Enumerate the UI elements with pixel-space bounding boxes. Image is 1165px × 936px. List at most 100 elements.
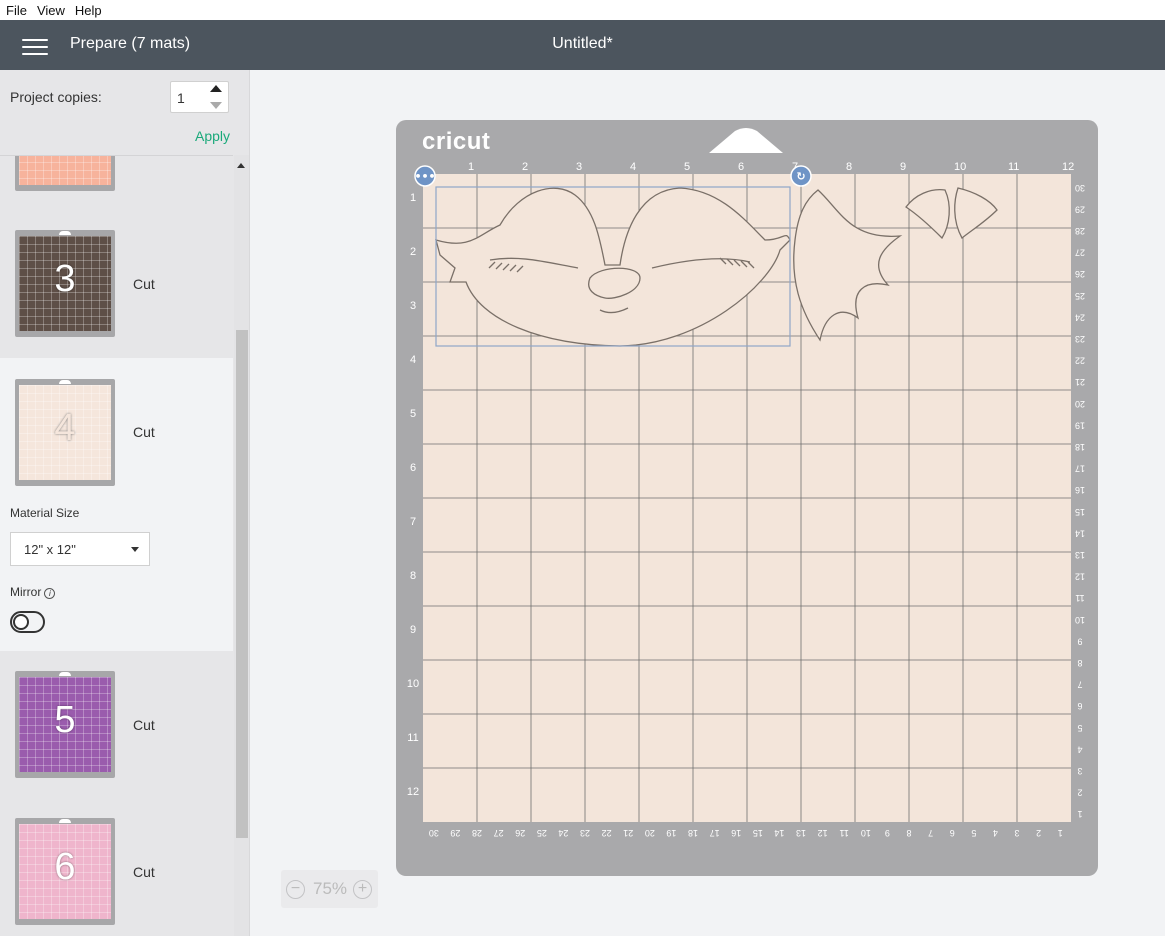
decrement-icon[interactable] bbox=[210, 102, 222, 109]
ruler-left-label: 7 bbox=[410, 516, 416, 528]
ruler-top-label: 6 bbox=[738, 161, 744, 173]
menu-view[interactable]: View bbox=[37, 3, 65, 18]
menu-bar: File View Help bbox=[0, 0, 1165, 20]
ruler-right-label: 15 bbox=[1075, 507, 1085, 517]
ruler-bottom-label: 9 bbox=[885, 828, 890, 838]
ruler-top-label: 10 bbox=[954, 161, 966, 173]
ruler-right-label: 30 bbox=[1075, 183, 1085, 193]
ruler-right-label: 2 bbox=[1077, 788, 1082, 798]
menu-help[interactable]: Help bbox=[75, 3, 102, 18]
ruler-left-label: 6 bbox=[410, 462, 416, 474]
ruler-right-label: 19 bbox=[1075, 420, 1085, 430]
ruler-left-label: 12 bbox=[407, 786, 419, 798]
apply-button[interactable]: Apply bbox=[195, 128, 230, 144]
ruler-bottom-label: 25 bbox=[537, 828, 547, 838]
ruler-right-label: 5 bbox=[1077, 723, 1082, 733]
ruler-top-label: 3 bbox=[576, 161, 582, 173]
material-size-select[interactable]: 12" x 12" bbox=[10, 532, 150, 566]
mat-thumbnail[interactable] bbox=[15, 156, 115, 191]
ruler-right-label: 29 bbox=[1075, 204, 1085, 214]
mat-thumbnail[interactable]: 4 bbox=[15, 379, 115, 486]
mat-tab bbox=[59, 672, 71, 676]
ruler-left-label: 5 bbox=[410, 408, 416, 420]
ruler-bottom-label: 30 bbox=[429, 828, 439, 838]
ruler-right-label: 25 bbox=[1075, 291, 1085, 301]
cutting-mat: cricut 1 2 3 4 5 6 7 8 9 10 11 12 1 2 3 4 5 6 7 8 9 10 11 12 30 2… bbox=[396, 120, 1098, 876]
zoom-out-button[interactable]: − bbox=[286, 880, 305, 899]
mat-tab bbox=[59, 380, 71, 384]
ruler-right-label: 16 bbox=[1075, 485, 1085, 495]
ruler-bottom-label: 26 bbox=[515, 828, 525, 838]
mat-row-3[interactable]: 3 Cut bbox=[0, 198, 233, 358]
mat-tab bbox=[59, 231, 71, 235]
mat-preview-area: cricut 1 2 3 4 5 6 7 8 9 10 11 12 1 2 3 4 5 6 7 8 9 10 11 12 30 2… bbox=[251, 70, 1165, 936]
ruler-right-label: 24 bbox=[1075, 312, 1085, 322]
ruler-right-label: 21 bbox=[1075, 377, 1085, 387]
scrollbar-thumb[interactable] bbox=[236, 330, 248, 838]
mat-thumbnail[interactable]: 3 bbox=[15, 230, 115, 337]
mat-number: 5 bbox=[54, 699, 76, 741]
mat-row-6[interactable]: 6 Cut bbox=[0, 796, 233, 936]
project-copies-value[interactable]: 1 bbox=[177, 90, 185, 106]
mirror-toggle[interactable] bbox=[10, 611, 45, 633]
ruler-top-label: 12 bbox=[1062, 161, 1074, 173]
ruler-bottom-label: 4 bbox=[993, 828, 998, 838]
info-icon[interactable]: i bbox=[44, 588, 56, 599]
document-title: Untitled* bbox=[552, 35, 613, 52]
ruler-right-label: 18 bbox=[1075, 442, 1085, 452]
project-copies-label: Project copies: bbox=[10, 89, 102, 105]
mat-grid: 1 2 3 4 5 6 7 8 9 10 11 121234567891011123029282726… bbox=[407, 161, 1085, 838]
mirror-label: Mirror i bbox=[10, 585, 56, 599]
ruler-bottom-label: 21 bbox=[623, 828, 633, 838]
ruler-bottom-label: 12 bbox=[818, 828, 828, 838]
mat-action-label: Cut bbox=[133, 276, 155, 292]
mat-thumbnail[interactable]: 6 bbox=[15, 818, 115, 925]
ruler-bottom-label: 11 bbox=[840, 828, 849, 838]
mat-row-5[interactable]: 5 Cut bbox=[0, 651, 233, 796]
ruler-right-label: 7 bbox=[1077, 680, 1082, 690]
increment-icon[interactable] bbox=[210, 85, 222, 92]
scroll-up-icon[interactable] bbox=[237, 163, 245, 168]
mat-action-label: Cut bbox=[133, 424, 155, 440]
mat-thumbnail[interactable]: 5 bbox=[15, 671, 115, 778]
menu-file[interactable]: File bbox=[6, 3, 27, 18]
ruler-right-label: 10 bbox=[1075, 615, 1085, 625]
ruler-top-label: 5 bbox=[684, 161, 690, 173]
material-size-label: Material Size bbox=[10, 506, 80, 520]
ruler-right-label: 20 bbox=[1075, 399, 1085, 409]
ruler-left-label: 4 bbox=[410, 354, 416, 366]
ruler-right-label: 8 bbox=[1077, 658, 1082, 668]
zoom-in-button[interactable]: + bbox=[353, 880, 372, 899]
ruler-right-label: 28 bbox=[1075, 226, 1085, 236]
ruler-top-label: 2 bbox=[522, 161, 528, 173]
ruler-bottom-label: 1 bbox=[1058, 828, 1063, 838]
sidebar-scrollbar[interactable] bbox=[234, 155, 249, 936]
mat-row-2[interactable] bbox=[0, 156, 233, 198]
ruler-bottom-label: 24 bbox=[558, 828, 568, 838]
chevron-down-icon bbox=[131, 547, 139, 552]
mat-tab bbox=[59, 819, 71, 823]
ruler-right-label: 3 bbox=[1077, 766, 1082, 776]
ruler-left-label: 11 bbox=[407, 732, 418, 744]
mat-row-4-selected[interactable]: 4 Cut bbox=[0, 358, 233, 651]
ruler-right-label: 9 bbox=[1077, 636, 1082, 646]
ruler-bottom-label: 2 bbox=[1036, 828, 1041, 838]
ruler-bottom-label: 10 bbox=[861, 828, 871, 838]
mat-action-label: Cut bbox=[133, 864, 155, 880]
ruler-bottom-label: 18 bbox=[688, 828, 698, 838]
ruler-right-label: 13 bbox=[1075, 550, 1085, 560]
ruler-bottom-label: 20 bbox=[645, 828, 655, 838]
zoom-control: − 75% + bbox=[281, 870, 378, 908]
ruler-right-label: 14 bbox=[1075, 528, 1085, 538]
ruler-left-label: 3 bbox=[410, 300, 416, 312]
mat-number: 3 bbox=[54, 258, 76, 300]
ruler-right-label: 6 bbox=[1077, 701, 1082, 711]
ruler-bottom-label: 5 bbox=[971, 828, 976, 838]
ruler-bottom-label: 6 bbox=[950, 828, 955, 838]
zoom-level: 75% bbox=[312, 879, 348, 898]
app-header: Prepare (7 mats) Untitled* bbox=[0, 20, 1165, 70]
mirror-label-text: Mirror bbox=[10, 585, 42, 599]
ruler-right-label: 17 bbox=[1075, 464, 1085, 474]
project-copies-stepper[interactable]: 1 bbox=[170, 81, 229, 113]
ruler-bottom-label: 28 bbox=[472, 828, 482, 838]
